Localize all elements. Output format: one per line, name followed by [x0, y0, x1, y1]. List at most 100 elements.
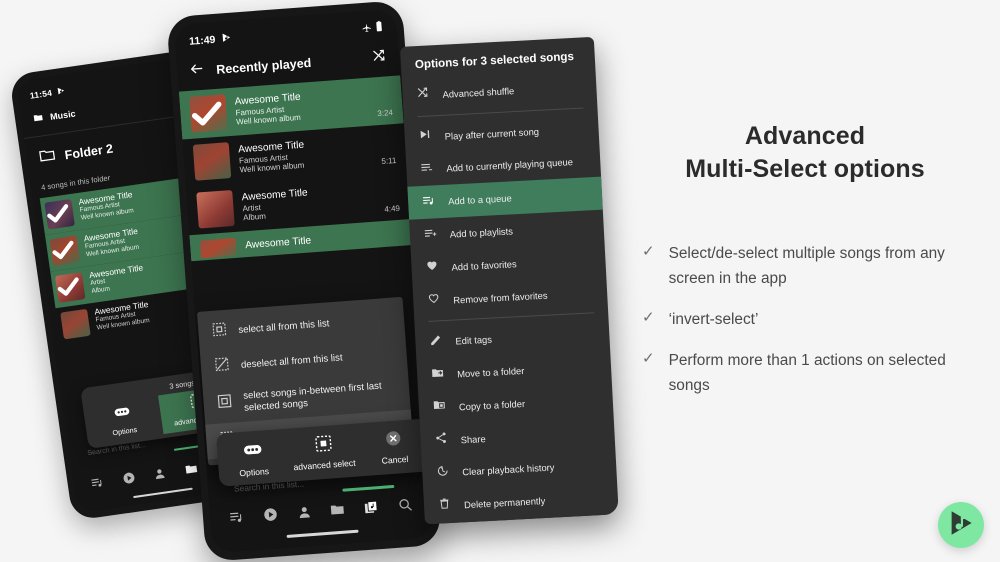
play-music-note-icon [56, 82, 67, 101]
queue-icon[interactable] [229, 509, 245, 530]
album-art [199, 237, 237, 259]
selected-check-icon [55, 274, 82, 301]
album-art [192, 142, 232, 181]
middle-phone-screen: 11:49 Recently played Awesome Title Famo… [173, 8, 435, 554]
app-logo [938, 502, 984, 548]
select-between-icon [217, 394, 232, 414]
option-label: Clear playback history [462, 461, 555, 478]
advanced-select-label: advanced select [293, 457, 356, 473]
play-next-icon [418, 128, 432, 147]
headline-line-2: Multi-Select options [685, 155, 925, 183]
pencil-icon [429, 333, 443, 352]
option-label: Add to playlists [449, 225, 514, 240]
shuffle-icon [416, 86, 430, 105]
more-options-icon [242, 440, 263, 465]
queue-icon[interactable] [90, 475, 105, 495]
folder-icon[interactable] [184, 462, 199, 482]
playlist-add-icon [423, 226, 437, 245]
folder-icon[interactable] [330, 502, 346, 523]
play-icon[interactable] [262, 507, 278, 528]
option-label: Add to favorites [451, 257, 517, 273]
advanced-select-icon [314, 434, 333, 457]
page-title: Recently played [215, 55, 312, 77]
option-label: Remove from favorites [453, 289, 548, 306]
bullet-text: ‘invert-select’ [668, 310, 759, 328]
options-bottom-sheet: Options for 3 selected songs Advanced sh… [400, 36, 619, 525]
folder-title: Folder 2 [63, 141, 114, 163]
search-icon[interactable] [397, 497, 413, 518]
progress-indicator [342, 484, 395, 492]
queue-add-icon [420, 160, 434, 179]
folder-outline-icon [38, 146, 58, 170]
middle-bottom-nav [210, 495, 433, 531]
play-icon[interactable] [122, 471, 137, 491]
battery-icon [375, 19, 383, 37]
option-label: Play after current song [444, 125, 540, 142]
middle-phone-mockup: 11:49 Recently played Awesome Title Famo… [166, 0, 442, 562]
status-time: 11:54 [29, 87, 53, 101]
check-icon: ✓ [642, 349, 655, 367]
option-label: Delete permanently [463, 495, 546, 511]
bullet-text: Select/de-select multiple songs from any… [668, 245, 945, 287]
option-label: Move to a folder [456, 365, 525, 380]
artist-icon[interactable] [153, 466, 168, 486]
advanced-select-button[interactable]: advanced select [287, 430, 360, 476]
folder-icon [32, 109, 44, 128]
home-indicator [133, 487, 193, 499]
history-clear-icon [436, 464, 450, 483]
feature-bullets: ✓ Select/de-select multiple songs from a… [642, 242, 990, 399]
selected-check-icon [45, 200, 72, 227]
list-item-meta: Awesome Title Artist Album [241, 182, 375, 223]
bullet-text: Perform more than 1 actions on selected … [668, 351, 946, 394]
headline-line-1: Advanced [744, 122, 866, 150]
play-music-note-logo-icon [946, 508, 976, 543]
marketing-copy: Advanced Multi-Select options ✓ Select/d… [620, 120, 990, 415]
status-time: 11:49 [188, 33, 216, 48]
trash-icon [438, 497, 452, 516]
option-label: Edit tags [455, 333, 493, 347]
option-label: Advanced shuffle [442, 84, 515, 100]
copy-folder-icon [432, 399, 446, 418]
home-indicator [286, 530, 359, 538]
menu-item-label: select songs in-between first last selec… [242, 380, 382, 414]
headline: Advanced Multi-Select options [620, 120, 990, 186]
selected-check-icon [189, 96, 224, 131]
list-item-meta: Awesome Title Famous Artist Well known a… [238, 134, 373, 175]
status-right-icons [361, 19, 383, 38]
artist-icon[interactable] [296, 504, 312, 525]
album-art [60, 308, 91, 340]
list-item-meta: Awesome Title Famous Artist Well known a… [234, 86, 368, 127]
more-options-icon [113, 403, 132, 426]
back-arrow-icon[interactable] [189, 61, 205, 82]
check-icon: ✓ [642, 308, 655, 326]
song-duration: 3:24 [377, 108, 394, 119]
option-label: Share [460, 432, 486, 446]
left-appbar-title: Music [49, 108, 77, 123]
promo-stage: 11:54 Music Folder 2 4 songs in this fol… [0, 0, 1000, 562]
heart-filled-icon [425, 259, 439, 278]
list-item: ✓ ‘invert-select’ [642, 308, 990, 333]
song-duration: 4:49 [384, 203, 401, 214]
queue-music-icon [422, 193, 436, 212]
move-folder-icon [431, 366, 445, 385]
shuffle-icon[interactable] [371, 47, 387, 68]
deselect-all-icon [214, 357, 229, 377]
middle-song-list: Awesome Title Famous Artist Well known a… [178, 75, 413, 262]
option-label: Add to currently playing queue [446, 156, 574, 175]
options-button[interactable]: Options [216, 436, 289, 482]
menu-item-label: deselect all from this list [240, 352, 343, 371]
option-label: Add to a queue [447, 192, 512, 207]
cancel-icon [384, 429, 403, 452]
option-label: Copy to a folder [458, 397, 526, 413]
song-duration: 5:11 [381, 155, 397, 166]
album-art [196, 190, 235, 229]
check-icon: ✓ [642, 243, 655, 260]
selected-check-icon [50, 237, 77, 264]
albums-icon[interactable] [363, 499, 379, 520]
heart-outline-icon [427, 291, 441, 310]
close-selection-label: Close selection process after an option … [454, 521, 610, 524]
cancel-button-label: Cancel [381, 453, 409, 466]
list-item: ✓ Perform more than 1 actions on selecte… [642, 349, 990, 399]
airplane-mode-icon [361, 19, 372, 38]
options-button-label: Options [239, 466, 270, 479]
